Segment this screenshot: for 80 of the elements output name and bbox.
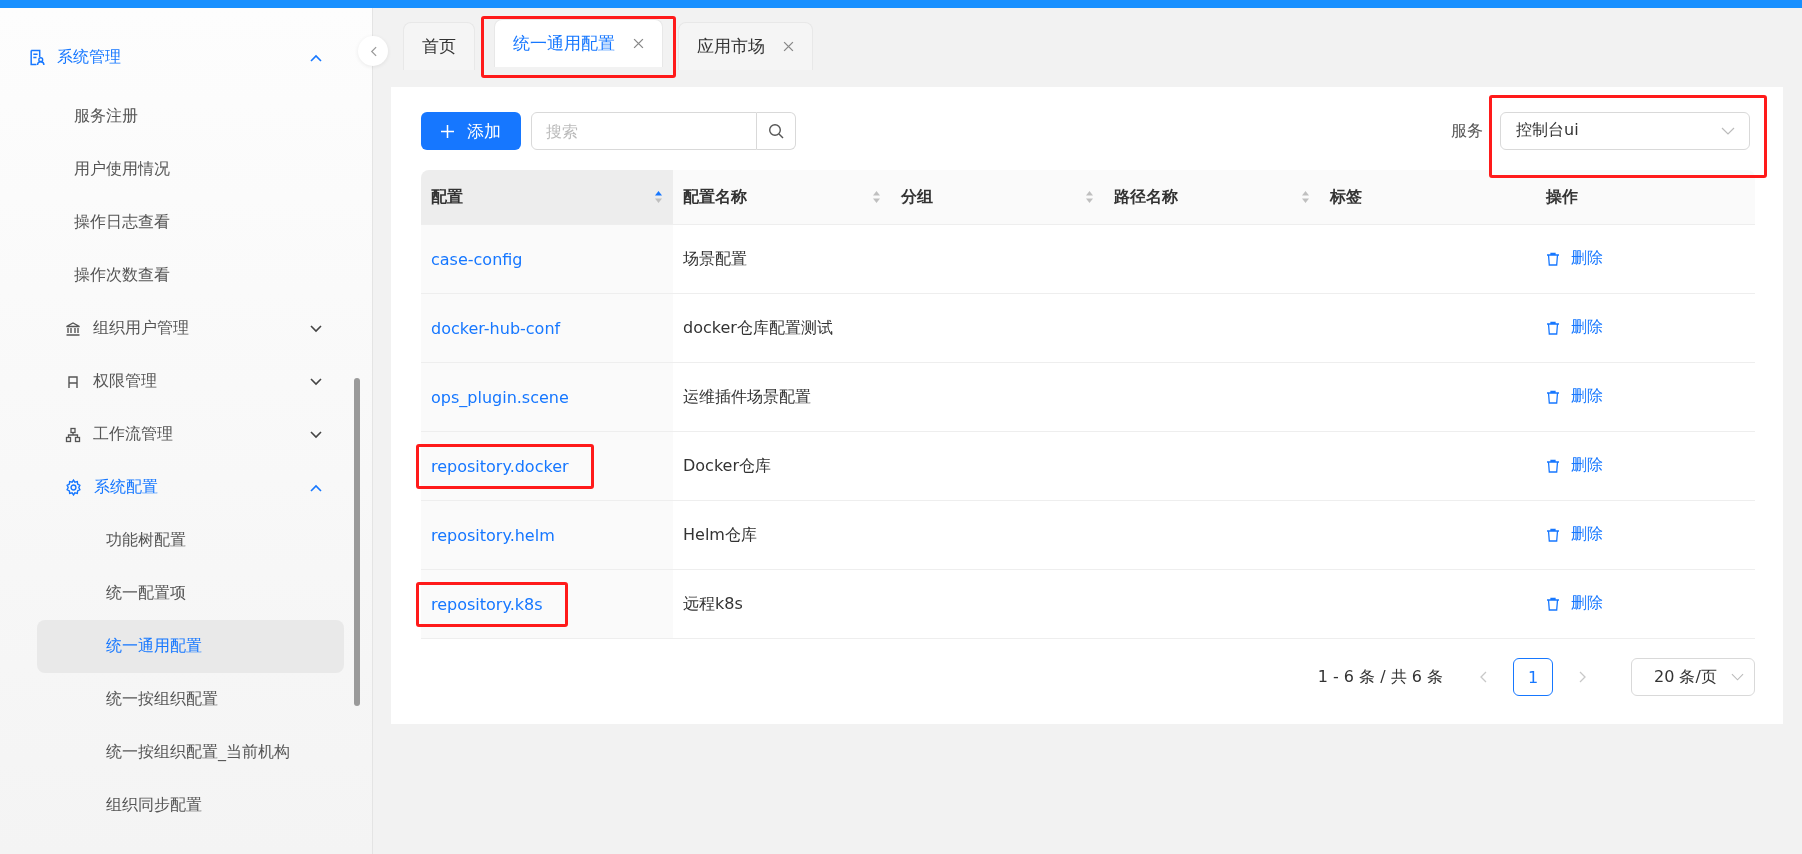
bank-icon — [65, 320, 81, 337]
menu-group[interactable]: 系统配置 — [37, 461, 344, 514]
delete-link[interactable]: 删除 — [1546, 593, 1603, 615]
settings-icon — [65, 479, 82, 496]
table-cell: docker仓库配置测试 — [673, 293, 891, 363]
menu-item[interactable]: 服务注册 — [37, 90, 344, 143]
tab[interactable]: 首页 — [403, 22, 475, 70]
service-label: 服务 — [1451, 120, 1483, 142]
chevron-down-icon — [310, 324, 322, 333]
menu-item[interactable]: 统一配置项 — [37, 567, 344, 620]
config-link[interactable]: repository.helm — [431, 525, 555, 545]
page-button[interactable]: 1 — [1513, 658, 1553, 696]
menu-item[interactable]: 统一按组织配置_当前机构 — [37, 726, 344, 779]
menu-item[interactable]: 组织同步配置 — [37, 779, 344, 832]
trash-icon — [1546, 389, 1560, 404]
config-link[interactable]: case-config — [431, 249, 523, 269]
column-header[interactable]: 操作 — [1536, 170, 1755, 225]
config-link[interactable]: ops_plugin.scene — [431, 387, 569, 407]
chevron-down-icon — [310, 377, 322, 386]
scrollbar-thumb[interactable] — [354, 378, 360, 706]
sort-icon[interactable] — [872, 190, 881, 204]
menu-item[interactable]: 操作次数查看 — [37, 249, 344, 302]
search-field[interactable]: 搜索 — [531, 112, 757, 150]
add-button[interactable]: 添加 — [421, 112, 521, 150]
menu-group[interactable]: 工作流管理 — [37, 408, 344, 461]
chevron-down-icon — [310, 430, 322, 439]
column-header[interactable]: 配置名称 — [673, 170, 891, 225]
table-cell: Helm仓库 — [673, 500, 891, 570]
menu-item[interactable]: 用户使用情况 — [37, 143, 344, 196]
config-link[interactable]: docker-hub-conf — [431, 318, 561, 338]
column-header[interactable]: 路径名称 — [1104, 170, 1320, 225]
trash-icon — [1546, 320, 1560, 335]
close-icon[interactable] — [783, 41, 794, 52]
table-cell: 远程k8s — [673, 569, 891, 639]
delete-link[interactable]: 删除 — [1546, 524, 1603, 546]
menu-group[interactable]: 系统管理 — [28, 31, 344, 84]
table-cell: Docker仓库 — [673, 431, 891, 501]
menu-group[interactable]: 组织用户管理 — [37, 302, 344, 355]
menu-item[interactable]: 功能树配置 — [37, 514, 344, 567]
menu-item[interactable]: 统一通用配置 — [37, 620, 344, 673]
menu-group[interactable]: 权限管理 — [37, 355, 344, 408]
chevron-up-icon — [310, 53, 322, 62]
tab[interactable]: 应用市场 — [678, 22, 813, 70]
chevron-left-icon — [1479, 671, 1487, 683]
table-cell: 运维插件场景配置 — [673, 362, 891, 432]
menu-item[interactable]: 操作日志查看 — [37, 196, 344, 249]
trash-icon — [1546, 527, 1560, 542]
chevron-up-icon — [310, 483, 322, 492]
column-header[interactable]: 分组 — [891, 170, 1104, 225]
collapse-button[interactable] — [358, 36, 388, 66]
sort-icon[interactable] — [1301, 190, 1310, 204]
chevron-down-icon — [1731, 673, 1744, 681]
plus-icon — [441, 124, 454, 138]
delete-link[interactable]: 删除 — [1546, 455, 1603, 477]
delete-link[interactable]: 删除 — [1546, 317, 1603, 339]
document-user-icon — [28, 49, 45, 66]
delete-link[interactable]: 删除 — [1546, 386, 1603, 408]
page-size-select[interactable]: 20 条/页 — [1631, 658, 1755, 696]
chevron-right-icon — [1579, 671, 1587, 683]
service-select[interactable]: 控制台ui — [1500, 111, 1750, 150]
sort-icon[interactable] — [654, 190, 663, 204]
search-button[interactable] — [757, 112, 796, 150]
column-header[interactable]: 标签 — [1320, 170, 1536, 225]
pagination-summary: 1 - 6 条 / 共 6 条 — [1317, 666, 1443, 688]
trash-icon — [1546, 596, 1560, 611]
search-icon — [768, 123, 784, 139]
config-link[interactable]: repository.docker — [431, 456, 569, 476]
close-icon[interactable] — [633, 38, 644, 49]
config-link[interactable]: repository.k8s — [431, 594, 543, 614]
chevron-down-icon — [1721, 126, 1735, 135]
tab[interactable]: 统一通用配置 — [494, 19, 663, 67]
column-header[interactable]: 配置 — [421, 170, 673, 225]
trash-icon — [1546, 251, 1560, 266]
table-cell: 场景配置 — [673, 224, 891, 294]
hierarchy-icon — [65, 426, 81, 443]
menu-item[interactable]: 统一按组织配置 — [37, 673, 344, 726]
sort-icon[interactable] — [1085, 190, 1094, 204]
trash-icon — [1546, 458, 1560, 473]
delete-link[interactable]: 删除 — [1546, 248, 1603, 270]
chevron-left-icon — [369, 45, 377, 57]
